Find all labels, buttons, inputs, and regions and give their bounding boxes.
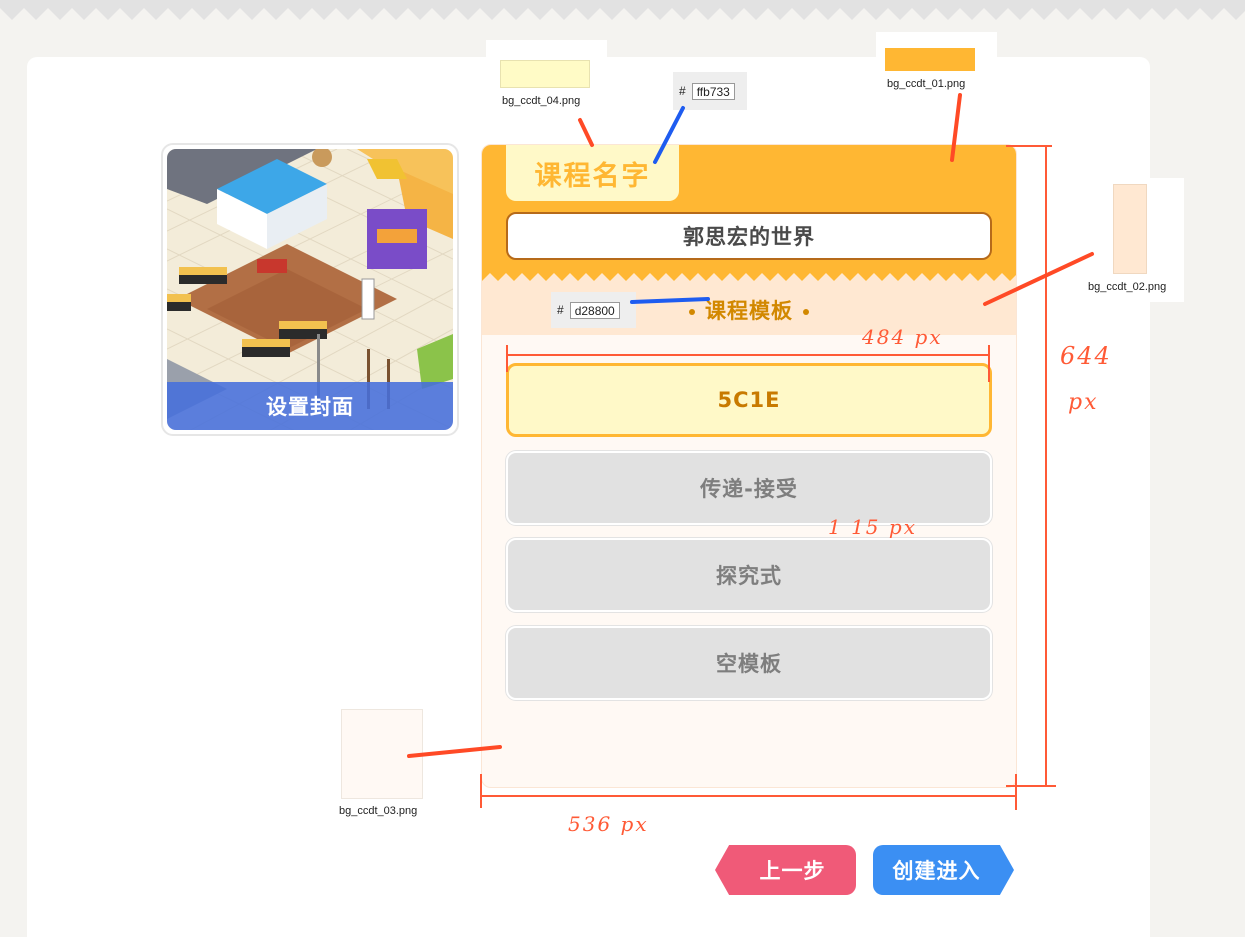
create-enter-button[interactable]: 创建进入 — [873, 845, 1014, 895]
previous-step-button[interactable]: 上一步 — [715, 845, 856, 895]
annotation-width-536: 536 px — [568, 812, 649, 836]
annotation-height-644: 644 — [1060, 342, 1112, 370]
annotation-width-484: 484 px — [862, 325, 943, 349]
annotation-height-unit: px — [1068, 390, 1099, 415]
annotation-lines — [407, 93, 1094, 810]
annotation-gap-115: 1 15 px — [828, 515, 917, 539]
